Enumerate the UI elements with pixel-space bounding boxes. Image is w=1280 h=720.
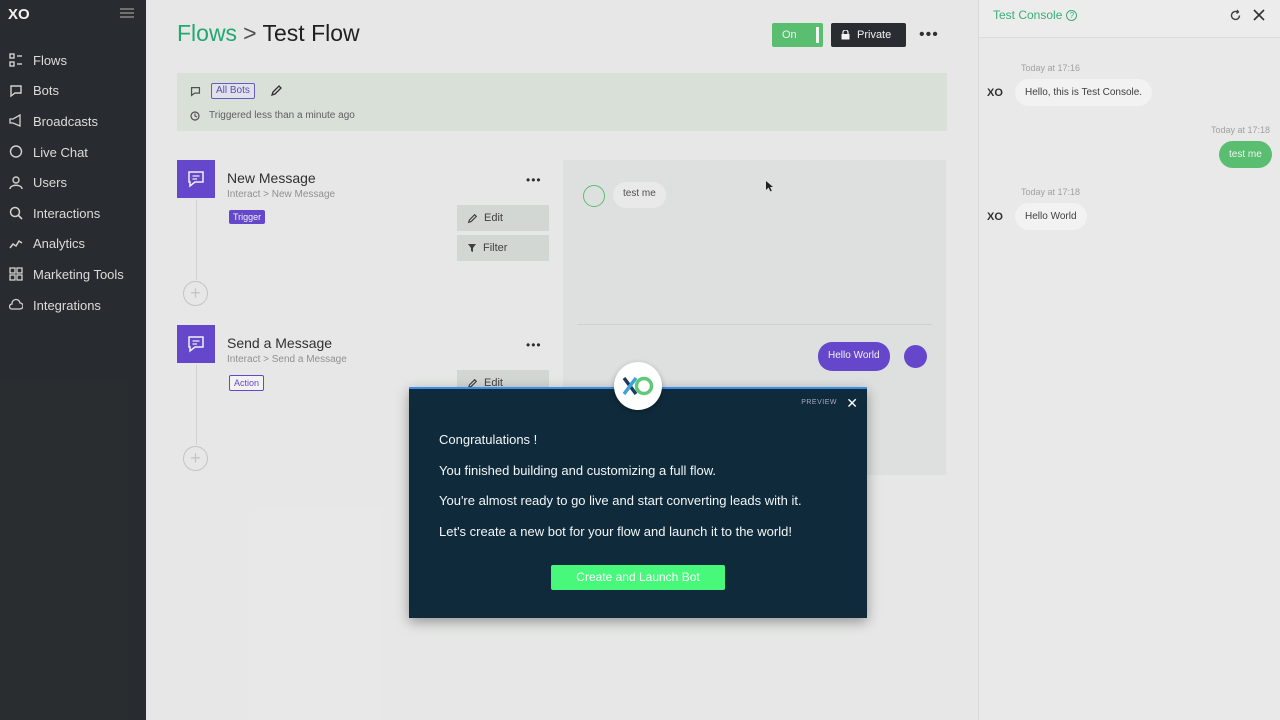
close-modal-button[interactable]: ✕ [846,395,858,412]
congratulations-modal: PREVIEW ✕ Congratulations ! You finished… [409,387,867,618]
modal-text: Let's create a new bot for your flow and… [439,524,792,539]
modal-text: You're almost ready to go live and start… [439,493,802,508]
modal-heading: Congratulations ! [439,432,538,447]
brand-logo-icon [614,362,662,410]
preview-label: PREVIEW [801,399,837,406]
create-and-launch-bot-button[interactable]: Create and Launch Bot [551,565,725,590]
modal-text: You finished building and customizing a … [439,463,717,478]
